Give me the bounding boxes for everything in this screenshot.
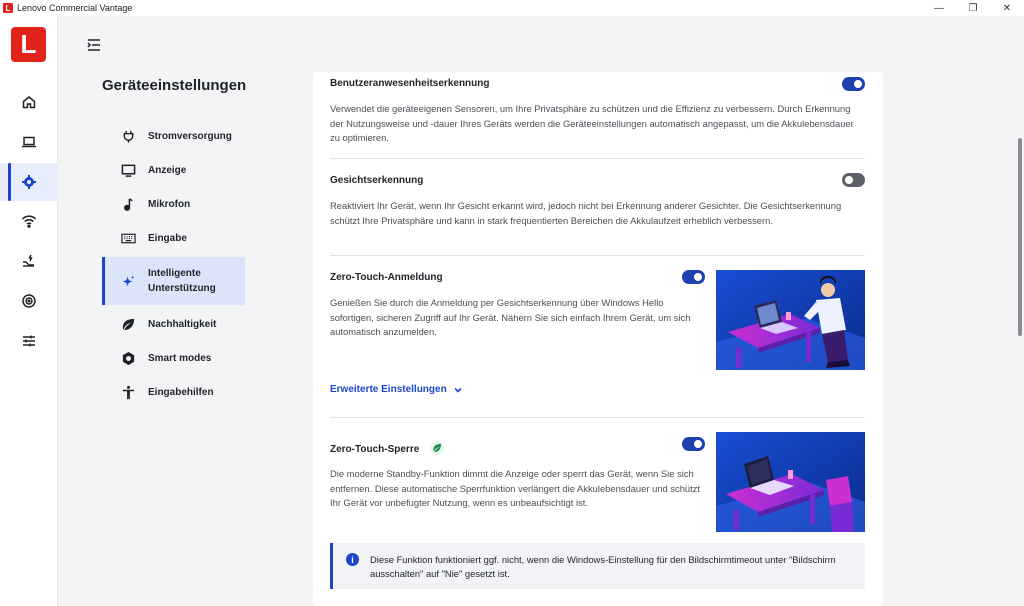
subnav-label: Anzeige (148, 164, 187, 176)
eco-leaf-badge (429, 440, 444, 455)
keyboard-icon (120, 233, 136, 243)
subnav-label: Eingabehilfen (148, 386, 214, 398)
accessibility-icon (122, 385, 134, 399)
subnav-item-stromversorgung[interactable]: Stromversorgung (102, 119, 245, 153)
zero-login-toggle[interactable] (682, 270, 705, 284)
info-text: Diese Funktion funktioniert ggf. nicht, … (370, 554, 836, 579)
subnav-item-smart-modes[interactable]: Smart modes (102, 341, 245, 375)
page-title: Geräteeinstellungen (102, 77, 247, 94)
zero-lock-toggle[interactable] (682, 437, 705, 451)
divider (330, 417, 865, 418)
rail-power[interactable] (0, 242, 58, 280)
face-toggle[interactable] (842, 173, 865, 187)
presence-section: Benutzeranwesenheitserkennung (330, 78, 865, 89)
collapse-menu-icon[interactable] (86, 37, 102, 53)
advanced-settings-link[interactable]: Erweiterte Einstellungen (330, 384, 463, 395)
section-description: Die moderne Standby-Funktion dimmt die A… (330, 468, 701, 508)
subnav-label: Eingabe (148, 232, 187, 244)
battery-charge-icon (23, 254, 34, 267)
subnav-label: Intelligente Unterstützung (148, 268, 216, 294)
divider (330, 158, 865, 159)
rail-tools[interactable] (0, 322, 58, 360)
presence-toggle[interactable] (842, 77, 865, 91)
zero-login-section: Zero-Touch-Anmeldung (330, 272, 690, 283)
app-icon: L (3, 3, 13, 13)
sparkle-icon (122, 274, 135, 286)
content-card: Benutzeranwesenheitserkennung Verwendet … (313, 72, 883, 606)
minimize-button[interactable]: — (922, 0, 956, 16)
chevron-down-icon (454, 387, 462, 393)
subnav-label: Nachhaltigkeit (148, 318, 217, 330)
subnav-item-nachhaltigkeit[interactable]: Nachhaltigkeit (102, 307, 245, 341)
advanced-settings-label: Erweiterte Einstellungen (330, 384, 447, 395)
divider (330, 255, 865, 256)
section-description: Verwendet die geräteeigenen Sensoren, um… (330, 103, 854, 143)
toggle-knob (845, 176, 853, 184)
gear-icon (22, 175, 36, 189)
plug-icon (123, 130, 133, 143)
settings-subnav: Stromversorgung Anzeige Mikrofon Eingabe… (102, 119, 245, 409)
rail-settings[interactable] (0, 163, 58, 201)
rail-home[interactable] (0, 83, 58, 121)
subnav-item-mikrofon[interactable]: Mikrofon (102, 187, 245, 221)
sliders-icon (23, 335, 35, 347)
subnav-item-eingabehilfen[interactable]: Eingabehilfen (102, 375, 245, 409)
rail-device[interactable] (0, 123, 58, 161)
scrollbar-thumb[interactable] (1018, 138, 1022, 336)
toggle-knob (694, 273, 702, 281)
laptop-icon (22, 136, 36, 148)
section-title: Zero-Touch-Anmeldung (330, 272, 443, 283)
leaf-icon (429, 440, 444, 455)
subnav-label: Mikrofon (148, 198, 191, 210)
leaf-icon (122, 318, 134, 330)
home-icon (22, 96, 36, 109)
scrollbar[interactable] (1016, 16, 1024, 606)
subnav-label: Smart modes (148, 352, 212, 364)
subnav-label: Stromversorgung (148, 130, 232, 142)
zero-login-illustration (716, 270, 865, 370)
toggle-knob (854, 80, 862, 88)
info-icon: i (346, 553, 359, 566)
face-section: Gesichtserkennung (330, 175, 865, 186)
hexagon-icon (122, 351, 134, 365)
rail-security[interactable] (0, 282, 58, 320)
monitor-icon (121, 164, 135, 177)
zero-lock-illustration (716, 432, 865, 532)
rail-network[interactable] (0, 202, 58, 240)
zero-lock-section: Zero-Touch-Sperre (330, 439, 690, 457)
section-title: Zero-Touch-Sperre (330, 444, 420, 455)
microphone-icon (123, 197, 133, 211)
maximize-button[interactable]: ❐ (956, 0, 990, 16)
info-notice: i Diese Funktion funktioniert ggf. nicht… (330, 543, 865, 589)
subnav-item-intelligente-unterstuetzung[interactable]: Intelligente Unterstützung (102, 257, 245, 305)
lenovo-logo[interactable]: L (11, 27, 46, 62)
section-description: Genießen Sie durch die Anmeldung per Ges… (330, 297, 691, 337)
subnav-item-anzeige[interactable]: Anzeige (102, 153, 245, 187)
subnav-item-eingabe[interactable]: Eingabe (102, 221, 245, 255)
window-title: Lenovo Commercial Vantage (17, 3, 133, 13)
wifi-icon (21, 215, 37, 228)
left-rail: L (0, 16, 58, 606)
close-button[interactable]: ✕ (990, 0, 1024, 16)
section-title: Benutzeranwesenheitserkennung (330, 78, 490, 89)
target-icon (22, 294, 36, 308)
toggle-knob (694, 440, 702, 448)
section-description: Reaktiviert Ihr Gerät, wenn Ihr Gesicht … (330, 200, 842, 226)
section-title: Gesichtserkennung (330, 175, 424, 186)
window-controls: — ❐ ✕ (922, 0, 1024, 16)
title-bar: L Lenovo Commercial Vantage — ❐ ✕ (0, 0, 1024, 16)
